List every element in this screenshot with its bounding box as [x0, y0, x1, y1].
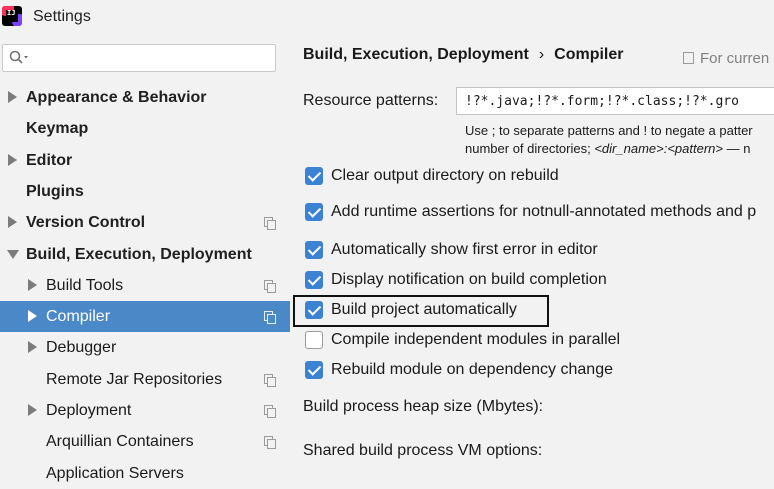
breadcrumb-current: Compiler [554, 46, 624, 63]
sidebar-item-label: Arquillian Containers [46, 433, 194, 450]
window-title: Settings [33, 8, 91, 25]
sidebar-item-label: Build, Execution, Deployment [26, 246, 252, 263]
sidebar-item-appearance-behavior[interactable]: Appearance & Behavior [0, 82, 290, 113]
compiler-settings-panel: Build, Execution, Deployment › Compiler Fo… [290, 36, 774, 489]
sidebar-item-build-execution-deployment[interactable]: Build, Execution, Deployment [0, 239, 290, 270]
checkbox-checked[interactable] [305, 167, 323, 185]
resource-hint-line-1: Use ; to separate patterns and ! to nega… [465, 123, 753, 138]
chevron-right-icon[interactable] [28, 404, 37, 416]
chevron-right-icon[interactable] [28, 310, 37, 322]
heap-size-label: Build process heap size (Mbytes): [303, 398, 544, 415]
checkbox-checked[interactable] [305, 271, 323, 289]
project-scope-icon [264, 217, 276, 230]
resource-patterns-label: Resource patterns: [303, 92, 439, 109]
resource-patterns-input[interactable]: !?*.java;!?*.form;!?*.class;!?*.gro [456, 87, 774, 115]
sidebar-item-compiler[interactable]: Compiler [0, 301, 290, 332]
project-scope-icon [264, 311, 276, 324]
sidebar-item-version-control[interactable]: Version Control [0, 207, 290, 238]
sidebar-item-deployment[interactable]: Deployment [0, 395, 290, 426]
chevron-right-icon[interactable] [8, 154, 17, 166]
resource-hint-line-2: number of directories; <dir_name>:<patte… [465, 141, 751, 156]
sidebar-item-label: Compiler [46, 308, 111, 325]
project-scope-icon [264, 280, 276, 293]
chevron-right-icon[interactable] [8, 91, 17, 103]
sidebar-item-label: Plugins [26, 183, 84, 200]
sidebar-item-label: Deployment [46, 402, 132, 419]
sidebar-item-plugins[interactable]: Plugins [0, 176, 290, 207]
settings-search-input[interactable] [2, 44, 276, 72]
annotation-highlight-box [293, 295, 549, 327]
option-label: Automatically show first error in editor [331, 241, 598, 258]
sidebar-item-debugger[interactable]: Debugger [0, 332, 290, 363]
chevron-right-icon[interactable] [28, 279, 37, 291]
search-icon [9, 50, 28, 64]
chevron-right-icon[interactable] [8, 216, 17, 228]
breadcrumb: Build, Execution, Deployment › Compiler [303, 46, 623, 64]
option-label: Clear output directory on rebuild [331, 167, 559, 184]
sidebar-item-label: Application Servers [46, 465, 184, 482]
chevron-down-icon[interactable] [7, 250, 19, 259]
sidebar-item-remote-jar-repositories[interactable]: Remote Jar Repositories [0, 364, 290, 395]
checkbox-checked[interactable] [305, 361, 323, 379]
sidebar-item-label: Appearance & Behavior [26, 89, 207, 106]
sidebar-item-label: Remote Jar Repositories [46, 371, 223, 388]
option-label: Add runtime assertions for notnull-annot… [331, 203, 757, 220]
sidebar-item-build-tools[interactable]: Build Tools [0, 270, 290, 301]
intellij-logo-icon: IJ [2, 6, 22, 26]
chevron-right-icon[interactable] [28, 341, 37, 353]
project-scope-icon [264, 405, 276, 418]
option-label: Rebuild module on dependency change [331, 361, 613, 378]
sidebar-item-label: Version Control [26, 214, 146, 231]
sidebar-item-editor[interactable]: Editor [0, 145, 290, 176]
breadcrumb-parent: Build, Execution, Deployment [303, 46, 529, 63]
sidebar-item-application-servers[interactable]: Application Servers [0, 458, 290, 489]
scope-indicator: For curren [683, 50, 769, 67]
sidebar-item-arquillian-containers[interactable]: Arquillian Containers [0, 426, 290, 457]
checkbox-checked[interactable] [305, 203, 323, 221]
option-label: Display notification on build completion [331, 271, 607, 288]
sidebar-item-keymap[interactable]: Keymap [0, 113, 290, 144]
title-bar: IJ Settings [0, 0, 774, 36]
checkbox-unchecked[interactable] [305, 331, 323, 349]
sidebar-item-label: Build Tools [46, 277, 124, 294]
project-scope-icon [264, 374, 276, 387]
project-scope-icon [683, 52, 694, 64]
sidebar-item-label: Keymap [26, 120, 89, 137]
breadcrumb-separator: › [538, 46, 545, 63]
checkbox-checked[interactable] [305, 241, 323, 259]
sidebar-item-label: Editor [26, 152, 73, 169]
sidebar-item-label: Debugger [46, 339, 117, 356]
project-scope-icon [264, 436, 276, 449]
vm-options-label: Shared build process VM options: [303, 442, 543, 459]
option-label: Compile independent modules in parallel [331, 331, 621, 348]
